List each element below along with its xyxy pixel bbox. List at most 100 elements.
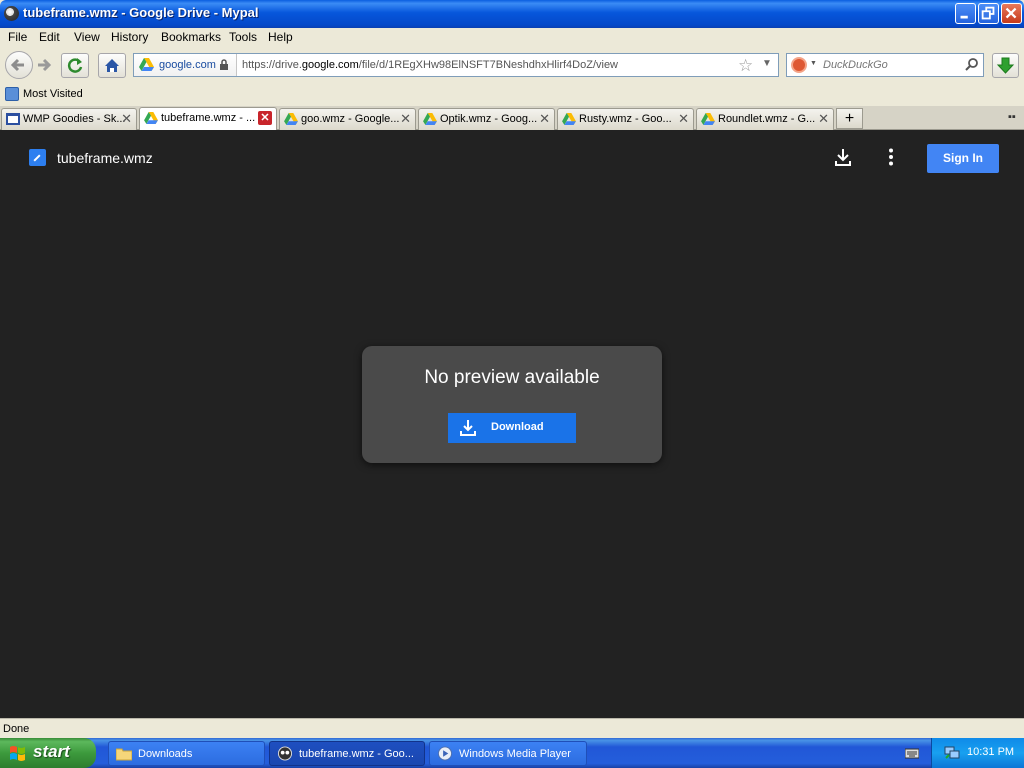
page-viewport: tubeframe.wmz Sign In No preview availab… — [0, 130, 1024, 718]
tab-rusty[interactable]: Rusty.wmz - Goo... ✕ — [557, 108, 694, 130]
forward-button[interactable] — [33, 53, 55, 78]
restore-button[interactable] — [978, 3, 999, 24]
lock-icon — [220, 59, 228, 70]
address-bar[interactable]: google.com https://drive.google.com/file… — [133, 53, 779, 77]
url-domain: google.com — [301, 59, 359, 71]
tab-label: goo.wmz - Google... — [301, 113, 400, 125]
mypal-app-icon — [4, 6, 19, 21]
tab-close-icon[interactable]: ✕ — [400, 111, 411, 127]
home-button[interactable] — [98, 53, 126, 78]
url-text[interactable]: https://drive.google.com/file/d/1REgXHw9… — [242, 59, 618, 71]
drive-file-icon — [29, 149, 46, 166]
taskbar-item-media-player[interactable]: Windows Media Player — [429, 741, 587, 766]
tab-strip: WMP Goodies - Sk... ✕ tubeframe.wmz - ..… — [0, 106, 1024, 131]
menu-bar: File Edit View History Bookmarks Tools H… — [0, 28, 1024, 48]
tab-label: Optik.wmz - Goog... — [440, 113, 538, 125]
keyboard-icon[interactable] — [905, 747, 919, 759]
folder-icon — [116, 748, 132, 761]
back-button[interactable] — [5, 51, 33, 79]
forward-arrow-icon — [38, 58, 52, 72]
google-drive-icon — [284, 113, 298, 125]
minimize-button[interactable] — [955, 3, 976, 24]
menu-edit[interactable]: Edit — [39, 30, 60, 44]
taskbar-item-label: Downloads — [138, 748, 193, 760]
home-icon — [105, 59, 119, 72]
reload-icon — [67, 58, 83, 73]
tab-list-icon[interactable]: ▪▪ — [1008, 111, 1016, 123]
taskbar-item-downloads[interactable]: Downloads — [108, 741, 265, 766]
tab-label: Roundlet.wmz - G... — [718, 113, 816, 125]
tab-tubeframe[interactable]: tubeframe.wmz - ... ✕ — [139, 107, 277, 131]
site-identity-button[interactable]: google.com — [134, 54, 237, 76]
close-icon — [1005, 7, 1017, 19]
download-button[interactable]: Download — [448, 413, 576, 443]
search-icon[interactable] — [965, 57, 979, 71]
mypal-icon — [277, 746, 293, 761]
most-visited-bookmark[interactable]: Most Visited — [23, 88, 83, 100]
tab-close-icon[interactable]: ✕ — [678, 111, 689, 127]
network-icon[interactable] — [944, 745, 960, 760]
media-player-icon — [437, 746, 453, 761]
back-arrow-icon — [10, 58, 24, 72]
taskbar-item-mypal[interactable]: tubeframe.wmz - Goo... — [269, 741, 425, 766]
more-options-icon[interactable] — [880, 146, 902, 168]
tab-label: Rusty.wmz - Goo... — [579, 113, 672, 125]
tab-label: WMP Goodies - Sk... — [23, 113, 126, 125]
tab-close-icon[interactable]: ✕ — [539, 111, 550, 127]
menu-tools[interactable]: Tools — [229, 30, 257, 44]
site-identity-label: google.com — [159, 59, 216, 71]
start-label: start — [33, 742, 70, 761]
menu-file[interactable]: File — [8, 30, 27, 44]
downloads-button[interactable] — [992, 53, 1019, 78]
status-bar: Done — [0, 718, 1024, 738]
google-drive-icon — [423, 113, 437, 125]
reload-button[interactable] — [61, 53, 89, 78]
tab-wmp-goodies[interactable]: WMP Goodies - Sk... ✕ — [1, 108, 137, 130]
download-arrow-icon — [996, 57, 1015, 74]
window-title: tubeframe.wmz - Google Drive - Mypal — [23, 5, 259, 20]
clock: 10:31 PM — [967, 746, 1015, 758]
close-window-button[interactable] — [1001, 3, 1022, 24]
most-visited-icon — [5, 87, 19, 101]
tab-label: tubeframe.wmz - ... — [161, 112, 256, 124]
duckduckgo-icon[interactable] — [791, 57, 807, 73]
search-bar[interactable]: ▼ — [786, 53, 984, 77]
google-drive-icon — [144, 112, 158, 124]
download-icon — [460, 420, 476, 436]
url-history-dropdown-icon[interactable]: ▼ — [762, 58, 772, 69]
url-prefix: https://drive. — [242, 59, 302, 71]
google-drive-icon — [139, 58, 154, 71]
tab-goo[interactable]: goo.wmz - Google... ✕ — [279, 108, 416, 130]
page-icon — [6, 113, 20, 125]
tab-close-icon[interactable]: ✕ — [258, 111, 272, 125]
tab-close-icon[interactable]: ✕ — [818, 111, 829, 127]
menu-history[interactable]: History — [111, 30, 148, 44]
download-button-label: Download — [491, 421, 544, 433]
tab-roundlet[interactable]: Roundlet.wmz - G... ✕ — [696, 108, 834, 130]
window-title-bar[interactable]: tubeframe.wmz - Google Drive - Mypal — [0, 0, 1024, 28]
sign-in-button[interactable]: Sign In — [927, 144, 999, 173]
tab-optik[interactable]: Optik.wmz - Goog... ✕ — [418, 108, 555, 130]
windows-logo-icon — [10, 746, 25, 761]
system-tray: 10:31 PM — [931, 738, 1024, 768]
tab-close-icon[interactable]: ✕ — [121, 111, 132, 127]
minimize-icon — [960, 15, 968, 19]
download-icon[interactable] — [832, 146, 854, 168]
no-preview-card: No preview available Download — [362, 346, 662, 463]
taskbar: start Downloads tubeframe.wmz - Goo... W… — [0, 738, 1024, 768]
menu-bookmarks[interactable]: Bookmarks — [161, 30, 221, 44]
search-input[interactable] — [821, 58, 961, 72]
taskbar-item-label: Windows Media Player — [459, 748, 571, 760]
status-text: Done — [3, 723, 30, 735]
google-drive-icon — [701, 113, 715, 125]
taskbar-item-label: tubeframe.wmz - Goo... — [299, 748, 414, 760]
start-button[interactable]: start — [0, 738, 96, 768]
menu-help[interactable]: Help — [268, 30, 293, 44]
file-name: tubeframe.wmz — [57, 150, 153, 166]
search-engine-dropdown-icon[interactable]: ▼ — [810, 60, 817, 67]
menu-view[interactable]: View — [74, 30, 100, 44]
url-path: /file/d/1REgXHw98ElNSFT7BNeshdhxHlirf4Do… — [358, 59, 619, 71]
new-tab-button[interactable]: + — [836, 108, 863, 129]
navigation-toolbar: google.com https://drive.google.com/file… — [0, 48, 1024, 84]
bookmark-star-icon[interactable]: ☆ — [738, 56, 753, 76]
